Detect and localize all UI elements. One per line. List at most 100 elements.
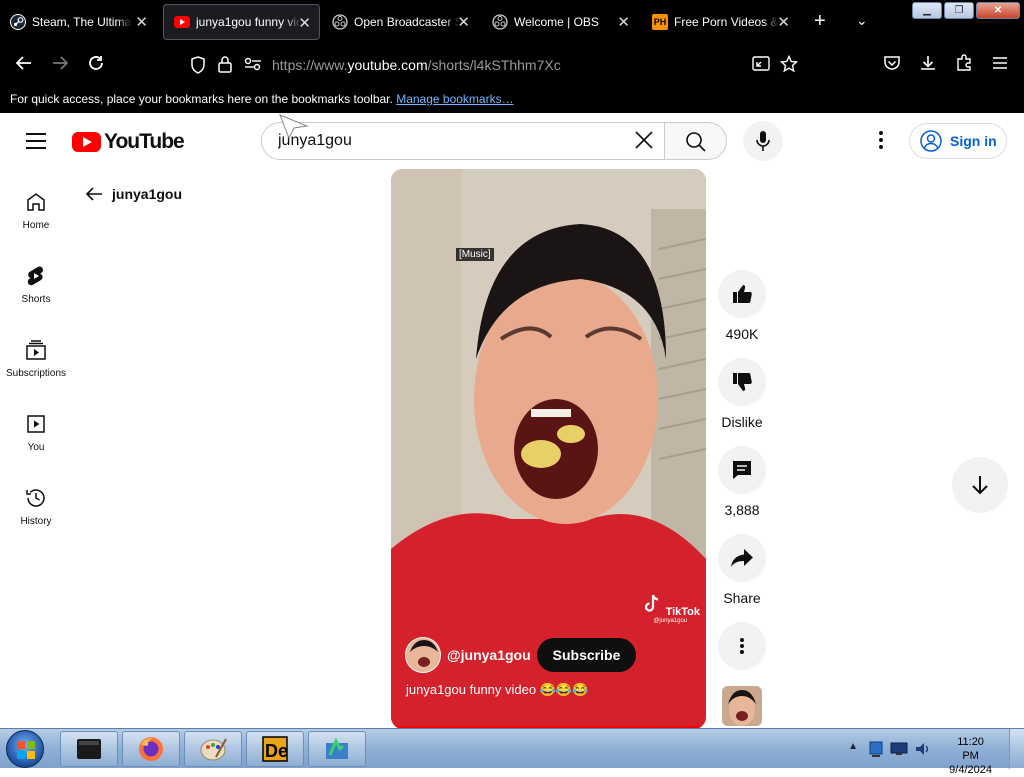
address-bar[interactable]: https://www.youtube.com/shorts/l4kSThhm7… — [186, 50, 814, 80]
voice-search-button[interactable] — [743, 121, 783, 161]
system-clock[interactable]: 11:20 PM 9/4/2024 — [949, 735, 992, 777]
sidebar-item-history[interactable]: History — [0, 486, 72, 527]
menu-icon[interactable] — [988, 54, 1012, 75]
bookmarks-hint: For quick access, place your bookmarks h… — [10, 92, 393, 106]
dislike-label: Dislike — [721, 414, 763, 430]
tab-obs-welcome[interactable]: Welcome | OBS ✕ — [482, 4, 638, 40]
audio-source-thumbnail[interactable] — [722, 686, 762, 726]
start-button[interactable] — [6, 730, 44, 768]
close-tab-icon[interactable]: ✕ — [298, 14, 311, 32]
taskbar-davinci[interactable]: De — [246, 731, 304, 767]
back-arrow-icon[interactable] — [12, 54, 36, 77]
thumbs-down-icon — [733, 373, 752, 391]
search-input[interactable] — [278, 132, 618, 150]
taskbar-paint[interactable] — [184, 731, 242, 767]
close-tab-icon[interactable]: ✕ — [617, 13, 630, 31]
hamburger-menu-icon[interactable] — [26, 133, 46, 154]
search-button[interactable] — [664, 122, 727, 160]
tab-title: Free Porn Videos & Sex Movies — [674, 15, 779, 29]
share-label: Share — [723, 590, 761, 606]
downloads-icon[interactable] — [916, 54, 940, 77]
picture-in-picture-icon[interactable] — [752, 56, 770, 77]
tiktok-watermark: TikTok @junya1gou — [641, 593, 700, 624]
display-icon[interactable] — [890, 742, 908, 756]
ph-icon: PH — [652, 14, 668, 30]
tab-title: junya1gou funny video — [196, 15, 301, 29]
dislike-icon-circle[interactable] — [718, 358, 766, 406]
tab-youtube[interactable]: junya1gou funny video ✕ — [163, 4, 320, 40]
pocket-icon[interactable] — [880, 54, 904, 77]
cursor-icon — [279, 114, 309, 140]
home-icon — [27, 193, 45, 211]
reload-icon[interactable] — [84, 54, 108, 77]
close-tab-icon[interactable]: ✕ — [135, 13, 148, 31]
taskbar-terminal[interactable] — [60, 731, 118, 767]
more-actions-button[interactable] — [718, 622, 766, 670]
window-controls: ▁ ❐ ✕ — [912, 2, 1020, 19]
bookmark-star-icon[interactable] — [779, 54, 799, 78]
sign-in-button[interactable]: Sign in — [909, 123, 1007, 159]
url-text[interactable]: https://www.youtube.com/shorts/l4kSThhm7… — [272, 57, 561, 73]
sidebar-item-subscriptions[interactable]: Subscriptions — [0, 338, 72, 379]
browser-tab-bar: Steam, The Ultimate Online Game Platform… — [0, 0, 1024, 44]
close-tab-icon[interactable]: ✕ — [457, 13, 470, 31]
manage-bookmarks-link[interactable]: Manage bookmarks… — [396, 92, 513, 106]
share-icon-circle[interactable] — [718, 534, 766, 582]
youtube-logo[interactable]: YouTube — [72, 130, 185, 154]
tab-obs[interactable]: Open Broadcaster Software ✕ — [322, 4, 478, 40]
taskbar-firefox[interactable] — [122, 731, 180, 767]
lock-icon[interactable] — [218, 55, 232, 78]
channel-name[interactable]: @junya1gou — [447, 647, 531, 663]
tab-steam[interactable]: Steam, The Ultimate Online Game Platform… — [0, 4, 156, 40]
comments-button[interactable]: 3,888 — [718, 446, 766, 518]
tab-list-chevron-icon[interactable]: ⌄ — [856, 12, 868, 29]
microphone-icon — [756, 131, 770, 151]
back-arrow-icon — [85, 187, 102, 201]
minimize-icon[interactable]: ▁ — [912, 2, 942, 19]
steam-icon — [10, 14, 26, 30]
tab-ph[interactable]: PH Free Porn Videos & Sex Movies ✕ — [642, 4, 798, 40]
forward-arrow-icon[interactable] — [48, 54, 72, 77]
obs-icon — [332, 14, 348, 30]
comment-count: 3,888 — [724, 502, 760, 518]
like-button[interactable]: 490K — [718, 270, 766, 342]
channel-info: @junya1gou Subscribe — [405, 637, 637, 673]
permissions-icon[interactable] — [244, 57, 262, 76]
history-icon — [26, 489, 45, 507]
next-short-button[interactable] — [952, 457, 1008, 513]
network-icon[interactable] — [868, 740, 884, 758]
share-button[interactable]: Share — [718, 534, 766, 606]
editor-icon — [326, 737, 348, 759]
sidebar-item-shorts[interactable]: Shorts — [0, 264, 72, 305]
close-tab-icon[interactable]: ✕ — [777, 13, 790, 31]
terminal-icon — [77, 739, 101, 759]
arrow-down-icon — [972, 476, 988, 495]
windows-taskbar: De ▲ 11:20 PM 9/4/2024 — [0, 728, 1024, 776]
tab-title: Welcome | OBS — [514, 15, 599, 29]
comments-icon-circle[interactable] — [718, 446, 766, 494]
show-hidden-icons-icon[interactable]: ▲ — [848, 741, 858, 752]
sidebar-item-home[interactable]: Home — [0, 190, 72, 231]
avatar[interactable] — [405, 637, 441, 673]
restore-icon[interactable]: ❐ — [944, 2, 974, 19]
like-icon-circle[interactable] — [718, 270, 766, 318]
new-tab-icon[interactable]: + — [814, 10, 826, 33]
more-vert-icon[interactable] — [718, 622, 766, 670]
video-description[interactable]: junya1gou funny video 😂😂😂 — [406, 682, 588, 698]
subscribe-button[interactable]: Subscribe — [536, 638, 637, 672]
browser-nav-bar: https://www.youtube.com/shorts/l4kSThhm7… — [0, 44, 1024, 86]
tracking-shield-icon[interactable] — [190, 56, 206, 79]
short-video-player[interactable]: [Music] TikTok @junya1gou @junya1gou Sub… — [391, 169, 706, 729]
taskbar-editor[interactable] — [308, 731, 366, 767]
you-icon — [27, 415, 45, 433]
clear-search-icon[interactable] — [634, 129, 654, 157]
back-to-channel-link[interactable]: junya1gou — [84, 184, 182, 204]
search-box[interactable] — [261, 122, 665, 160]
window-close-icon[interactable]: ✕ — [976, 2, 1020, 19]
settings-more-icon[interactable] — [876, 131, 886, 152]
sidebar-item-you[interactable]: You — [0, 412, 72, 453]
extensions-icon[interactable] — [952, 54, 976, 77]
dislike-button[interactable]: Dislike — [718, 358, 766, 430]
volume-icon[interactable] — [914, 740, 932, 758]
show-desktop-button[interactable] — [1009, 729, 1024, 769]
